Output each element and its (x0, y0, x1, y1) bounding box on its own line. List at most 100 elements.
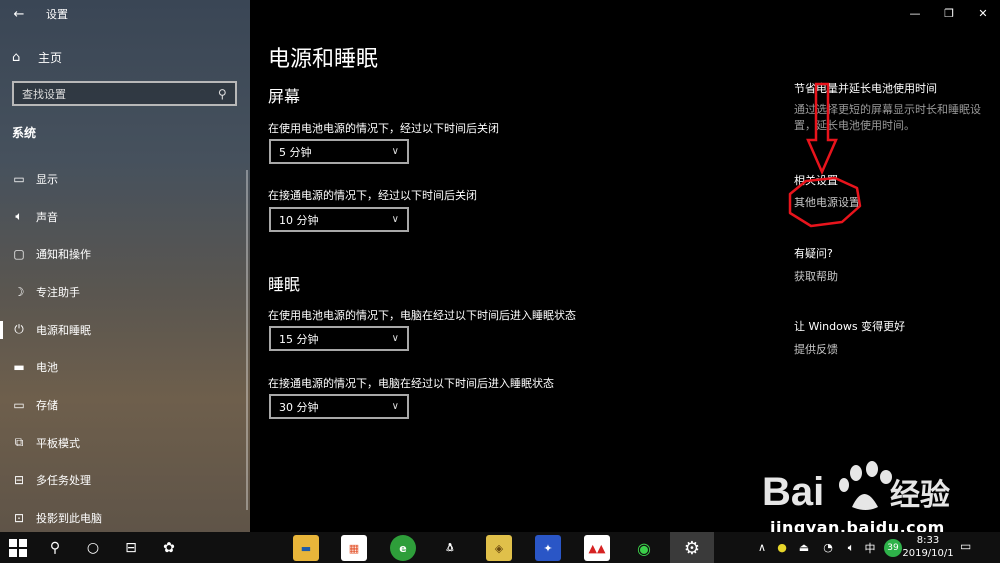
start-button[interactable] (0, 532, 36, 563)
app-title: 设置 (46, 8, 68, 21)
moon-icon: ☽ (13, 284, 25, 299)
sidebar-item-label: 存储 (36, 398, 58, 412)
ime-icon[interactable]: 中 (862, 540, 878, 556)
sidebar-item-label: 多任务处理 (36, 474, 91, 488)
sidebar-item-tablet-mode[interactable]: ⧉ 平板模式 (0, 424, 250, 462)
red-app-icon[interactable]: ▲▲ (584, 535, 610, 561)
sidebar-item-multitasking[interactable]: ⊟ 多任务处理 (0, 462, 250, 500)
pinwheel-icon[interactable]: ✿ (150, 532, 188, 563)
minimize-icon[interactable]: — (898, 0, 932, 26)
file-explorer-icon[interactable]: ▬ (293, 535, 319, 561)
project-icon: ⊡ (13, 511, 25, 526)
display-icon: ▭ (13, 171, 25, 186)
screen-plugged-dropdown[interactable]: 10 分钟 ∨ (269, 207, 409, 232)
related-settings-section: 相关设置 其他电源设置 (794, 172, 994, 210)
sidebar-item-storage[interactable]: ▭ 存储 (0, 386, 250, 424)
search-placeholder: 查找设置 (22, 87, 66, 101)
sidebar-scrollbar[interactable] (246, 170, 248, 510)
home-icon: ⌂ (12, 49, 21, 65)
battery-tip-heading: 节省电量并延长电池使用时间 (794, 82, 937, 95)
chevron-down-icon: ∨ (391, 146, 399, 157)
sidebar-item-project-to-pc[interactable]: ⊡ 投影到此电脑 (0, 499, 250, 532)
chevron-down-icon: ∨ (391, 214, 399, 225)
task-view-icon[interactable]: ⊟ (112, 532, 150, 563)
screen-plugged-label: 在接通电源的情况下，经过以下时间后关闭 (268, 189, 477, 202)
related-settings-heading: 相关设置 (794, 174, 838, 187)
page-title: 电源和睡眠 (268, 47, 379, 72)
battery-tip-text: 通过选择更短的屏幕显示时长和睡眠设置，延长电池使用时间。 (794, 103, 981, 132)
store-icon[interactable]: ▦ (341, 535, 367, 561)
back-arrow-icon[interactable]: ← (10, 5, 28, 23)
sidebar-item-label: 平板模式 (36, 436, 80, 450)
cortana-icon[interactable]: ○ (74, 532, 112, 563)
tray-badge[interactable]: 39 (884, 538, 902, 557)
chevron-down-icon: ∨ (391, 401, 399, 412)
settings-gear-icon[interactable]: ⚙ (679, 535, 705, 561)
volume-icon[interactable]: 🔈︎ (840, 541, 862, 555)
sidebar-item-label: 声音 (36, 210, 58, 224)
sleep-plugged-label: 在接通电源的情况下，电脑在经过以下时间后进入睡眠状态 (268, 377, 554, 390)
help-section: 有疑问? 获取帮助 (794, 245, 994, 284)
screen-battery-label: 在使用电池电源的情况下，经过以下时间后关闭 (268, 122, 499, 135)
usb-icon[interactable]: ⏏ (792, 541, 816, 554)
sidebar-item-notifications[interactable]: ▢ 通知和操作 (0, 235, 250, 273)
sidebar-item-power-sleep[interactable]: ⏻ 电源和睡眠 (0, 311, 250, 349)
dropdown-value: 15 分钟 (279, 332, 319, 346)
sidebar-item-label: 投影到此电脑 (36, 512, 102, 526)
sleep-battery-label: 在使用电池电源的情况下，电脑在经过以下时间后进入睡眠状态 (268, 309, 576, 322)
titlebar: ← 设置 (0, 0, 250, 28)
dropdown-value: 5 分钟 (279, 145, 312, 159)
notification-icon: ▢ (13, 247, 25, 262)
wechat-icon[interactable]: ◉ (631, 535, 657, 561)
sidebar: ← 设置 ⌂ 主页 查找设置 ⚲ 系统 ▭ 显示 🔈︎ 声音 ▢ 通知和操作 ☽… (0, 0, 250, 532)
sidebar-item-focus-assist[interactable]: ☽ 专注助手 (0, 273, 250, 311)
clock-date: 2019/10/1 (902, 548, 954, 559)
power-icon: ⏻ (14, 322, 24, 337)
svg-text:Bai: Bai (762, 470, 824, 514)
sidebar-item-display[interactable]: ▭ 显示 (0, 160, 250, 198)
tablet-icon: ⧉ (14, 435, 24, 450)
clock[interactable]: 8:33 2019/10/1 (902, 534, 954, 560)
category-title: 系统 (12, 126, 37, 140)
clock-time: 8:33 (916, 535, 940, 546)
get-help-link[interactable]: 获取帮助 (794, 268, 994, 284)
screen-battery-dropdown[interactable]: 5 分钟 ∨ (269, 139, 409, 164)
help-heading: 有疑问? (794, 247, 833, 260)
feedback-section: 让 Windows 变得更好 提供反馈 (794, 318, 994, 357)
sidebar-item-label: 电池 (36, 361, 58, 375)
qq-icon[interactable]: 🐧︎ (437, 535, 463, 561)
wifi-icon[interactable]: ◔ (816, 541, 840, 554)
home-label: 主页 (38, 50, 63, 65)
additional-power-settings-link[interactable]: 其他电源设置 (794, 194, 994, 210)
sleep-plugged-dropdown[interactable]: 30 分钟 ∨ (269, 394, 409, 419)
sidebar-item-label: 电源和睡眠 (36, 323, 91, 337)
blue-app-icon[interactable]: ✦ (535, 535, 561, 561)
home-link[interactable]: ⌂ 主页 (12, 48, 62, 66)
chevron-up-icon[interactable]: ∧ (752, 541, 772, 554)
browser-icon[interactable]: e (390, 535, 416, 561)
maximize-icon[interactable]: ❐ (932, 0, 966, 26)
windows-logo-icon (9, 538, 27, 557)
battery-tip-section: 节省电量并延长电池使用时间 通过选择更短的屏幕显示时长和睡眠设置，延长电池使用时… (794, 80, 994, 134)
battery-icon: ▬ (13, 360, 25, 375)
tray-app-icon[interactable]: ● (772, 541, 792, 554)
sleep-battery-dropdown[interactable]: 15 分钟 ∨ (269, 326, 409, 351)
search-icon[interactable]: ⚲ (218, 87, 227, 101)
notification-center-icon[interactable]: ▭ (960, 539, 976, 555)
screen-heading: 屏幕 (268, 87, 301, 106)
sleep-heading: 睡眠 (268, 275, 301, 294)
search-icon[interactable]: ⚲ (36, 532, 74, 563)
give-feedback-link[interactable]: 提供反馈 (794, 341, 994, 357)
feedback-heading: 让 Windows 变得更好 (794, 320, 906, 333)
sidebar-item-sound[interactable]: 🔈︎ 声音 (0, 198, 250, 236)
window-controls: — ❐ ✕ (898, 0, 1000, 26)
sidebar-item-battery[interactable]: ▬ 电池 (0, 348, 250, 386)
chevron-down-icon: ∨ (391, 333, 399, 344)
yellow-app-icon[interactable]: ◈ (486, 535, 512, 561)
svg-text:经验: 经验 (890, 478, 950, 513)
search-input[interactable]: 查找设置 ⚲ (12, 81, 237, 106)
sidebar-item-label: 专注助手 (36, 285, 80, 299)
speaker-icon: 🔈︎ (15, 209, 23, 224)
system-tray: ∧ ● ⏏ ◔ 🔈︎ 中 39 (752, 532, 902, 563)
close-icon[interactable]: ✕ (966, 0, 1000, 26)
